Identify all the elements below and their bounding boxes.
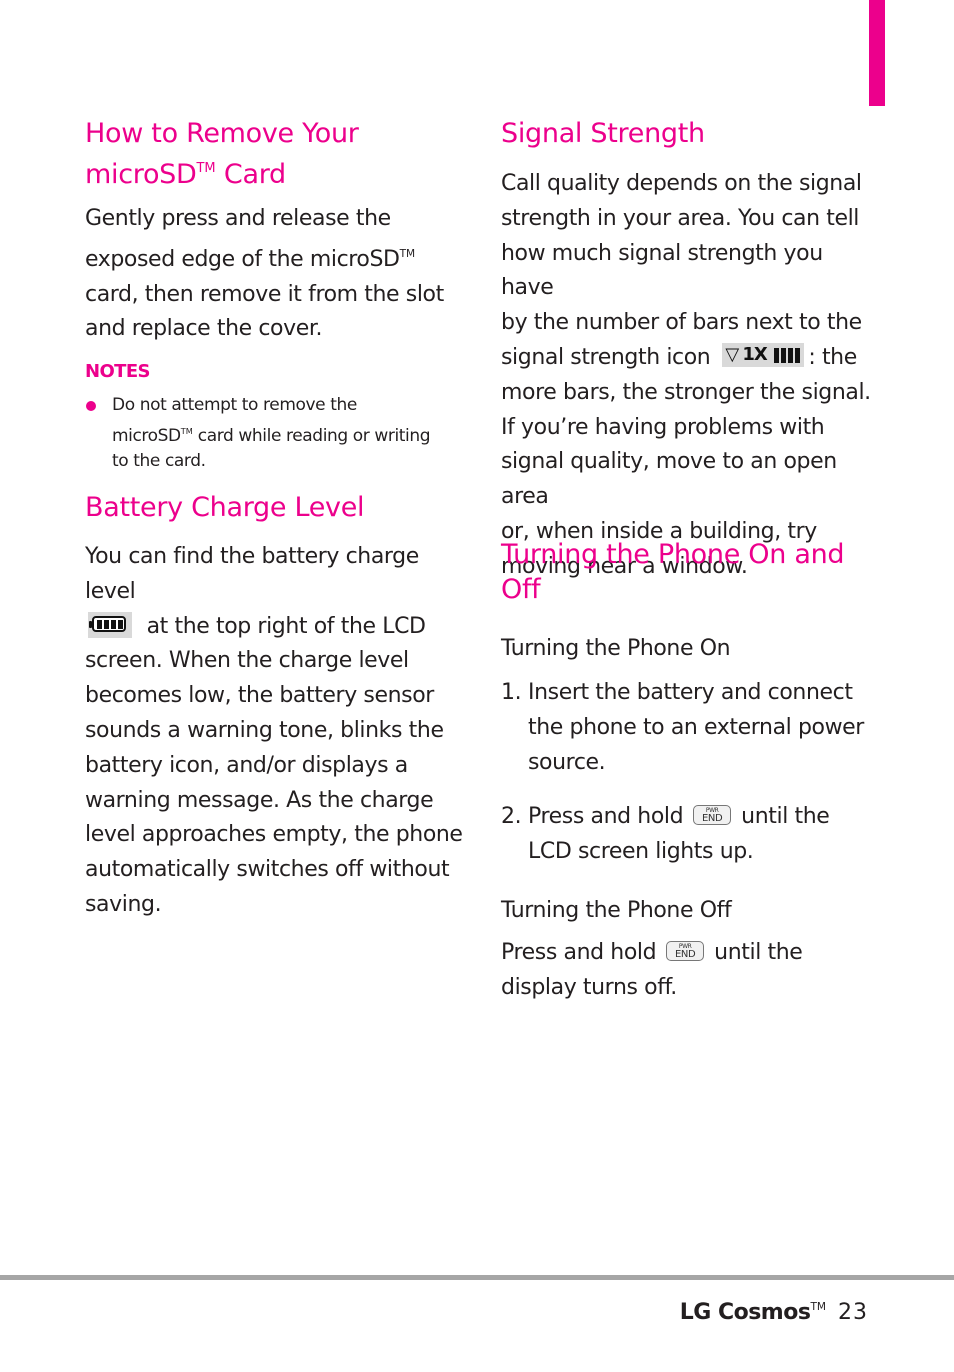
battery-full-icon (88, 611, 132, 638)
text-line: saving. (85, 891, 162, 917)
trademark-mark: TM (399, 247, 416, 260)
text-line: card while reading or writing (192, 425, 431, 446)
battery-bars (97, 619, 123, 629)
text-line: warning message. As the charge (85, 787, 434, 813)
text-line: and replace the cover. (85, 316, 323, 342)
heading-turning-phone-on-off: Turning the Phone On and Off (501, 537, 845, 607)
trademark-mark: TM (196, 161, 216, 176)
text-line: : the (808, 344, 857, 370)
antenna-icon: ▽ (725, 343, 739, 365)
trademark-mark: TM (810, 1301, 826, 1313)
text-line: by the number of bars next to the (501, 310, 862, 336)
pwr-end-key-icon: PWR END (666, 941, 705, 961)
text-line: becomes low, the battery sensor (85, 683, 434, 709)
note-text: Do not attempt to remove the microSDTM c… (112, 393, 462, 474)
subheading-turning-off: Turning the Phone Off (501, 898, 732, 923)
heading-line: Card (215, 159, 286, 191)
heading-line: How to Remove Your (85, 118, 359, 149)
text-line: sounds a warning tone, blinks the (85, 717, 444, 743)
notes-label: NOTES (85, 361, 151, 382)
key-main-label: END (675, 949, 696, 960)
footer-rule (0, 1275, 954, 1280)
text-line: display turns off. (501, 974, 677, 1000)
heading-line: Turning the Phone On and (501, 539, 845, 570)
signal-paragraph: Call quality depends on the signal stren… (501, 167, 881, 585)
text-line: battery icon, and/or displays a (85, 752, 408, 778)
text-line: level approaches empty, the phone (85, 822, 463, 848)
trademark-mark: TM (180, 425, 193, 436)
signal-bars (774, 347, 801, 363)
text-line: source. (528, 749, 606, 775)
section-tab-marker (869, 0, 885, 106)
footer-brand: LG Cosmos (679, 1299, 811, 1325)
remove-card-paragraph: Gently press and release the exposed edg… (85, 202, 444, 347)
battery-paragraph: You can find the battery charge level at… (85, 540, 465, 923)
page-footer: LG CosmosTM 23 (680, 1292, 868, 1328)
text-line: signal strength icon (501, 344, 711, 370)
text-line: Press and hold (501, 940, 657, 965)
heading-line: Off (501, 574, 541, 605)
text-line: strength in your area. You can tell (501, 205, 860, 231)
text-line: Do not attempt to remove the (112, 395, 357, 415)
heading-line: microSD (85, 159, 197, 191)
text-line: screen. When the charge level (85, 648, 409, 674)
text-line: LCD screen lights up. (528, 838, 754, 864)
page-number: 23 (838, 1299, 868, 1325)
text-line: exposed edge of the microSD (85, 246, 400, 272)
text-line: Gently press and release the (85, 206, 391, 231)
step-number: 1. (501, 680, 522, 705)
text-line: at the top right of the LCD (140, 613, 426, 639)
text-line: card, then remove it from the slot (85, 281, 444, 307)
signal-strength-icon: ▽ 1X (722, 342, 805, 367)
text-line: more bars, the stronger the signal. (501, 379, 871, 405)
text-line: Call quality depends on the signal (501, 171, 862, 196)
text-line: microSD (112, 425, 181, 446)
text-line: the phone to an external power (528, 714, 864, 740)
step-text: Press and hold PWR END until the LCD screen… (528, 800, 883, 870)
heading-battery-charge-level: Battery Charge Level (85, 492, 365, 523)
key-main-label: END (702, 813, 723, 824)
text-line: You can find the battery charge level (85, 544, 419, 604)
network-type-label: 1X (742, 343, 767, 365)
text-line: Insert the battery and connect (528, 680, 853, 705)
text-line: If you’re having problems with (501, 414, 825, 440)
turning-off-paragraph: Press and hold PWR END until the display tu… (501, 936, 803, 1006)
text-line: until the (741, 804, 830, 829)
step-number: 2. (501, 804, 522, 829)
text-line: to the card. (112, 450, 206, 471)
text-line: until the (714, 940, 803, 965)
pwr-end-key-icon: PWR END (693, 805, 732, 825)
bullet-icon (86, 401, 96, 411)
text-line: Press and hold (528, 804, 684, 829)
heading-remove-microsd: How to Remove Your microSDTM Card (85, 116, 359, 192)
text-line: how much signal strength you have (501, 240, 823, 301)
step-text: Insert the battery and connect the phone… (528, 676, 883, 780)
heading-signal-strength: Signal Strength (501, 118, 705, 149)
subheading-turning-on: Turning the Phone On (501, 636, 731, 661)
text-line: automatically switches off without (85, 857, 450, 883)
text-line: signal quality, move to an open area (501, 449, 837, 510)
